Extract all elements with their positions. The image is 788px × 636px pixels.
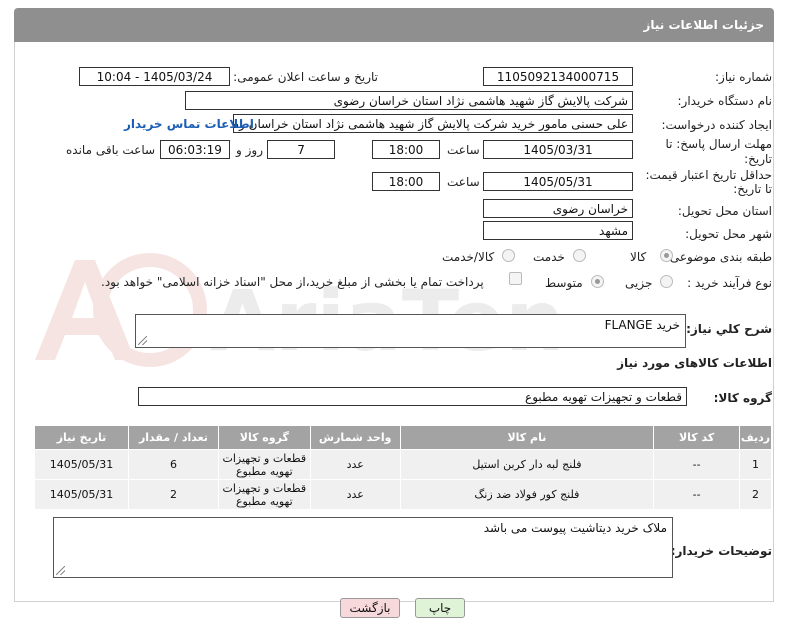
description-label: شرح کلي نياز:: [686, 322, 772, 336]
cell-group: قطعات و تجهیزات تهویه مطبوع: [217, 479, 311, 510]
goods-table: ردیف کد کالا نام کالا واحد شمارش گروه کا…: [33, 425, 772, 510]
buyer-notes-label: توضیحات خریدار:: [670, 544, 772, 558]
buyer-org-label: نام دستگاه خریدار:: [677, 94, 773, 108]
deadline-time-label: ساعت: [447, 143, 480, 157]
validity-time-field: 18:00: [372, 172, 440, 191]
creator-field: علی حسنی مامور خرید شرکت پالایش گاز شهید…: [233, 114, 633, 133]
resize-grip-icon[interactable]: [56, 566, 65, 575]
need-number-label: شماره نیاز:: [715, 70, 772, 84]
cell-code: --: [653, 479, 741, 510]
need-number-field: 1105092134000715: [483, 67, 633, 86]
cell-unit: عدد: [309, 479, 401, 510]
validity-date-field: 1405/05/31: [483, 172, 633, 191]
page-title: جزئیات اطلاعات نیاز: [643, 18, 764, 32]
category-option-service: خدمت: [533, 250, 565, 264]
purchase-radio-medium[interactable]: [591, 275, 604, 288]
goods-info-title: اطلاعات کالاهای مورد نیاز: [617, 356, 772, 370]
cell-qty: 6: [128, 449, 219, 480]
table-row[interactable]: 2 -- فلنج کور فولاد ضد زنگ عدد قطعات و ت…: [33, 479, 772, 510]
days-field: 7: [267, 140, 335, 159]
validity-label-2: تا تاریخ:: [733, 182, 772, 196]
category-radio-service[interactable]: [573, 249, 586, 262]
contact-info-link[interactable]: اطلاعات تماس خریدار: [124, 117, 254, 131]
remaining-label: ساعت باقی مانده: [66, 143, 156, 157]
col-header-group: گروه کالا: [217, 425, 311, 450]
purchase-option-minor: جزیی: [625, 276, 653, 290]
category-label: طبقه بندی موضوعی:: [665, 250, 772, 264]
table-header-row: ردیف کد کالا نام کالا واحد شمارش گروه کا…: [33, 425, 772, 450]
cell-unit: عدد: [309, 449, 401, 480]
category-option-goods: کالا: [630, 250, 647, 264]
announce-field: 1405/03/24 - 10:04: [79, 67, 230, 86]
goods-group-field: قطعات و تجهیزات تهویه مطبوع: [138, 387, 687, 406]
deadline-label: مهلت ارسال پاسخ: تا: [665, 137, 772, 151]
purchase-type-label: نوع فرآیند خرید :: [687, 276, 772, 290]
table-row[interactable]: 1 -- فلنج لبه دار کربن استیل عدد قطعات و…: [33, 449, 772, 480]
col-header-row: ردیف: [739, 425, 772, 450]
purchase-radio-minor[interactable]: [660, 275, 673, 288]
deadline-time-field: 18:00: [372, 140, 440, 159]
cell-date: 1405/05/31: [33, 479, 130, 510]
buyer-org-field: شرکت پالایش گاز شهید هاشمی نژاد استان خر…: [185, 91, 633, 110]
payment-note: پرداخت تمام یا بخشی از مبلغ خرید،از محل …: [101, 275, 484, 289]
col-header-qty: تعداد / مقدار: [128, 425, 219, 450]
validity-label: حداقل تاریخ اعتبار قیمت:: [645, 168, 772, 182]
col-header-name: نام کالا: [399, 425, 655, 450]
cell-row-number: 2: [739, 479, 772, 510]
page-title-bar: جزئیات اطلاعات نیاز: [14, 8, 774, 42]
purchase-option-medium: متوسط: [545, 276, 583, 290]
category-radio-both[interactable]: [502, 249, 515, 262]
validity-time-label: ساعت: [447, 175, 480, 189]
cell-group: قطعات و تجهیزات تهویه مطبوع: [217, 449, 311, 480]
deadline-date-field: 1405/03/31: [483, 140, 633, 159]
province-field: خراسان رضوی: [483, 199, 633, 218]
days-label: روز و: [236, 143, 263, 157]
description-field: خرید FLANGE: [135, 314, 686, 348]
cell-name: فلنج لبه دار کربن استیل: [399, 449, 655, 480]
treasury-payment-checkbox[interactable]: [509, 272, 522, 285]
col-header-unit: واحد شمارش: [309, 425, 401, 450]
goods-group-label: گروه کالا:: [713, 391, 772, 405]
back-button[interactable]: بازگشت: [340, 598, 400, 618]
print-button[interactable]: چاپ: [415, 598, 465, 618]
resize-grip-icon[interactable]: [138, 336, 147, 345]
category-radio-goods[interactable]: [660, 249, 673, 262]
buyer-notes-field: ملاک خرید دیتاشیت پیوست می باشد: [53, 517, 673, 578]
city-label: شهر محل تحویل:: [685, 227, 772, 241]
cell-name: فلنج کور فولاد ضد زنگ: [399, 479, 655, 510]
col-header-code: کد کالا: [653, 425, 741, 450]
city-field: مشهد: [483, 221, 633, 240]
announce-label: تاریخ و ساعت اعلان عمومی:: [233, 70, 378, 84]
cell-date: 1405/05/31: [33, 449, 130, 480]
description-text: خرید FLANGE: [604, 318, 680, 332]
creator-label: ایجاد کننده درخواست:: [661, 118, 772, 132]
cell-qty: 2: [128, 479, 219, 510]
cell-row-number: 1: [739, 449, 772, 480]
cell-code: --: [653, 449, 741, 480]
deadline-label-2: تاریخ:: [744, 152, 772, 166]
remaining-time-field: 06:03:19: [160, 140, 230, 159]
buyer-notes-text: ملاک خرید دیتاشیت پیوست می باشد: [483, 521, 667, 535]
category-option-both: کالا/خدمت: [442, 250, 495, 264]
col-header-date: تاریخ نیاز: [33, 425, 130, 450]
province-label: استان محل تحویل:: [677, 204, 772, 218]
